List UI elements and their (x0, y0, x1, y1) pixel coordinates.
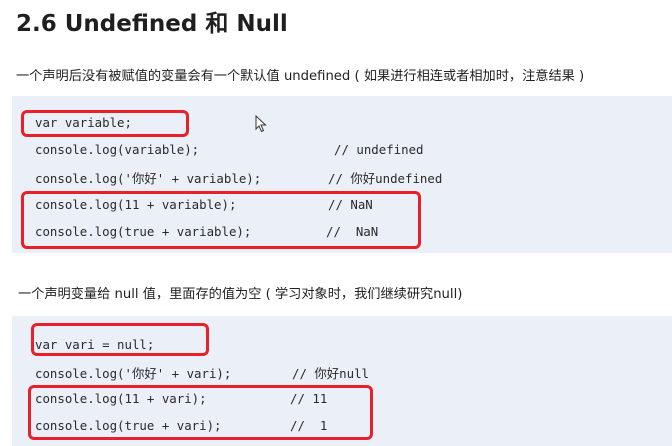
code-comment: // undefined (334, 142, 424, 157)
highlight-box-declaration (21, 110, 189, 137)
highlight-box-null-results (28, 385, 373, 440)
code-line: console.log(variable); (35, 142, 200, 157)
undefined-description: 一个声明后没有被赋值的变量会有一个默认值 undefined ( 如果进行相连或… (16, 69, 585, 84)
section-title: 2.6 Undefined 和 Null (16, 11, 288, 37)
highlight-box-nan-results (21, 191, 421, 249)
code-comment: // 你好null (292, 366, 369, 381)
code-comment: // 你好undefined (328, 171, 443, 186)
mouse-pointer-icon (255, 114, 267, 137)
code-line: console.log('你好' + variable); (35, 171, 262, 186)
code-line: console.log('你好' + vari); (35, 366, 232, 381)
null-description: 一个声明变量给 null 值，里面存的值为空 ( 学习对象时，我们继续研究nul… (18, 287, 463, 302)
highlight-box-null-declaration (31, 323, 209, 356)
